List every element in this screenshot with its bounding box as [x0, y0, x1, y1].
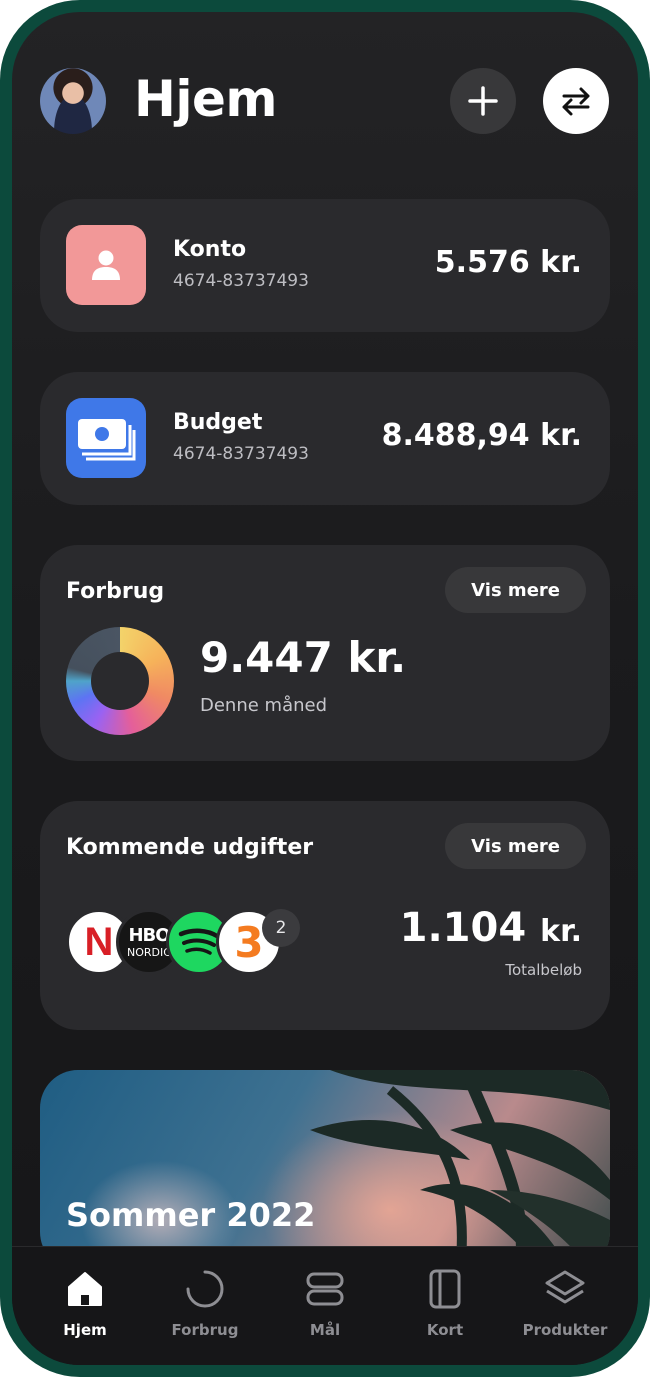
upcoming-expenses-card[interactable]: Kommende udgifter Vis mere N HBO NORDIC …	[40, 801, 610, 1030]
tab-hjem[interactable]: Hjem	[30, 1267, 140, 1339]
spending-title: Forbrug	[66, 579, 165, 604]
more-merchants-badge: 2	[262, 909, 300, 947]
spending-donut-chart	[66, 627, 174, 735]
tab-label: Forbrug	[171, 1321, 239, 1339]
layers-icon	[510, 1267, 620, 1311]
account-name: Konto	[173, 237, 247, 262]
transfer-button[interactable]	[543, 68, 609, 134]
account-number: 4674-83737493	[173, 444, 309, 464]
promo-title: Sommer 2022	[66, 1196, 316, 1234]
tab-produkter[interactable]: Produkter	[510, 1267, 620, 1339]
upcoming-amount-value: 1.104	[399, 905, 527, 951]
account-balance: 5.576 kr.	[434, 245, 582, 280]
upcoming-amount-unit: kr.	[540, 914, 582, 949]
account-card-budget[interactable]: Budget 4674-83737493 8.488,94 kr.	[40, 372, 610, 505]
money-icon	[66, 398, 146, 478]
tab-label: Produkter	[522, 1321, 608, 1339]
account-balance: 8.488,94 kr.	[381, 418, 582, 453]
avatar[interactable]	[40, 68, 106, 134]
home-icon	[30, 1267, 140, 1311]
plus-icon	[468, 86, 498, 116]
add-button[interactable]	[450, 68, 516, 134]
account-card-konto[interactable]: Konto 4674-83737493 5.576 kr.	[40, 199, 610, 332]
upcoming-more-button[interactable]: Vis mere	[445, 823, 586, 869]
upcoming-total-label: Totalbeløb	[505, 961, 582, 979]
spending-card[interactable]: Forbrug Vis mere 9.447 kr. Denne måned	[40, 545, 610, 761]
account-number: 4674-83737493	[173, 271, 309, 291]
hbo-logo-text: HBO	[128, 924, 170, 946]
tab-maal[interactable]: Mål	[270, 1267, 380, 1339]
page-title: Hjem	[134, 70, 278, 128]
transfer-arrows-icon	[562, 87, 590, 116]
merchant-logos[interactable]: N HBO NORDIC 3 2	[66, 909, 326, 979]
tab-label: Mål	[309, 1321, 341, 1339]
promo-banner[interactable]: Sommer 2022	[40, 1070, 610, 1270]
spending-period: Denne måned	[200, 695, 328, 716]
bottom-tab-bar: Hjem Forbrug Mål Kort Produkter	[12, 1246, 638, 1365]
hbo-logo-subtext: NORDIC	[127, 945, 171, 959]
tab-forbrug[interactable]: Forbrug	[150, 1267, 260, 1339]
device-frame: Hjem Konto 4674-83737493 5.576 kr. Budge…	[0, 0, 650, 1377]
card-icon	[390, 1267, 500, 1311]
spending-amount: 9.447 kr.	[200, 633, 407, 682]
tab-kort[interactable]: Kort	[390, 1267, 500, 1339]
tab-label: Kort	[426, 1321, 464, 1339]
user-icon	[66, 225, 146, 305]
upcoming-title: Kommende udgifter	[66, 835, 314, 860]
upcoming-total-amount: 1.104 kr.	[400, 905, 582, 951]
tab-label: Hjem	[63, 1321, 107, 1339]
account-name: Budget	[173, 410, 263, 435]
app-screen: Hjem Konto 4674-83737493 5.576 kr. Budge…	[12, 12, 638, 1365]
goals-icon	[270, 1267, 380, 1311]
spending-more-button[interactable]: Vis mere	[445, 567, 586, 613]
spending-ring-icon	[150, 1267, 260, 1311]
palm-tree-image	[310, 1070, 610, 1270]
